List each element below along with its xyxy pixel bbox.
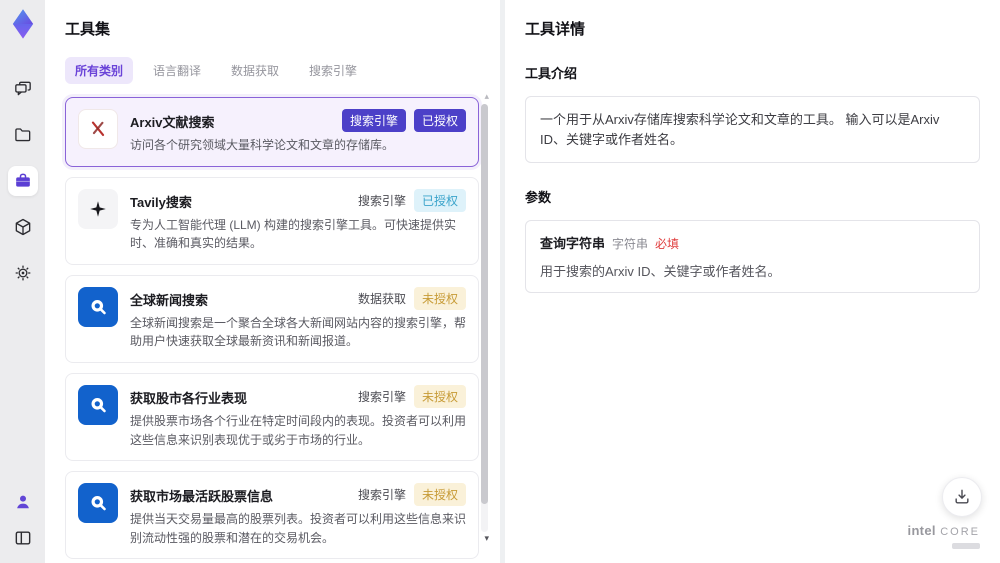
scrollbar-thumb[interactable] — [481, 104, 488, 504]
page-title: 工具集 — [65, 21, 111, 38]
scroll-down-arrow[interactable]: ▾ — [484, 534, 489, 543]
tool-card-body: 全球新闻搜索 数据获取 未授权 全球新闻搜索是一个聚合全球各大新闻网站内容的搜索… — [130, 286, 467, 351]
list-scrollbar[interactable] — [481, 104, 488, 532]
intel-sub-badge — [952, 543, 980, 549]
tool-list: Arxiv文献搜索 搜索引擎 已授权 访问各个研究领域大量科学论文和文章的存储库… — [65, 97, 479, 563]
intel-product-text: CORE — [940, 526, 980, 539]
tab-3[interactable]: 数据获取 — [221, 57, 289, 84]
tool-card-body: 获取市场最活跃股票信息 搜索引擎 未授权 提供当天交易量最高的股票列表。投资者可… — [130, 483, 466, 547]
arxiv-icon — [78, 109, 118, 149]
icon-rail — [0, 0, 45, 563]
tool-card[interactable]: Arxiv文献搜索 搜索引擎 已授权 访问各个研究领域大量科学论文和文章的存储库… — [65, 97, 479, 167]
parameter-type: 字符串 — [612, 237, 649, 251]
auth-status-badge: 已授权 — [413, 109, 466, 132]
folder-icon — [13, 125, 33, 145]
scroll-up-arrow[interactable]: ▴ — [484, 92, 489, 101]
tool-description: 提供当天交易量最高的股票列表。投资者可以利用这些信息来识别流动性强的股票和潜在的… — [130, 512, 467, 545]
tool-card-body: 获取股市各行业表现 搜索引擎 未授权 提供股票市场各个行业在特定时间段内的表现。… — [130, 384, 467, 449]
intel-core-logo: intel CORE — [908, 522, 980, 549]
chat-nav-button[interactable] — [8, 74, 38, 104]
tool-card[interactable]: Tavily搜索 搜索引擎 已授权 专为人工智能代理 (LLM) 构建的搜索引擎… — [65, 176, 479, 265]
sidebar-nav — [7, 74, 38, 288]
tool-name: 全球新闻搜索 — [130, 292, 209, 308]
tool-card[interactable]: 全球新闻搜索 数据获取 未授权 全球新闻搜索是一个聚合全球各大新闻网站内容的搜索… — [65, 274, 479, 363]
tool-badges: 搜索引擎 已授权 — [357, 188, 466, 212]
tool-name: 获取市场最活跃股票信息 — [130, 489, 274, 505]
tool-description: 全球新闻搜索是一个聚合全球各大新闻网站内容的搜索引擎，帮助用户快速获取全球最新资… — [130, 315, 467, 349]
briefcase-icon — [13, 171, 33, 191]
blue-search-icon — [78, 483, 118, 524]
tool-card-body: Tavily搜索 搜索引擎 已授权 专为人工智能代理 (LLM) 构建的搜索引擎… — [130, 188, 466, 253]
params-heading: 参数 — [525, 190, 552, 205]
tab-2[interactable]: 语言翻译 — [143, 57, 211, 84]
auth-status-badge: 未授权 — [413, 483, 466, 507]
auth-status-badge: 未授权 — [413, 384, 466, 408]
user-icon — [13, 492, 33, 512]
tool-card-body: Arxiv文献搜索 搜索引擎 已授权 访问各个研究领域大量科学论文和文章的存储库… — [130, 109, 466, 155]
tool-badges: 数据获取 未授权 — [357, 286, 466, 310]
download-button[interactable] — [942, 477, 982, 517]
panel-layout-icon — [13, 528, 33, 548]
app-logo-icon — [5, 6, 41, 42]
tool-intro-text: 一个用于从Arxiv存储库搜索科学论文和文章的工具。 输入可以是Arxiv ID… — [525, 96, 980, 163]
tool-description: 专为人工智能代理 (LLM) 构建的搜索引擎工具。可快速提供实时、准确和真实的结… — [130, 217, 457, 251]
user-profile-button[interactable] — [8, 487, 38, 517]
auth-status-badge: 已授权 — [413, 188, 466, 212]
category-badge: 搜索引擎 — [357, 389, 406, 404]
parameter-item: 查询字符串 字符串 必填 用于搜索的Arxiv ID、关键字或作者姓名。 — [525, 220, 980, 293]
star-icon — [78, 188, 118, 229]
blue-search-icon — [78, 286, 118, 327]
tool-list-panel: 工具集 所有类别 语言翻译 数据获取 搜索引擎 Arxiv文献搜索 搜索引擎 已授权 … — [45, 0, 500, 563]
parameter-name: 查询字符串 — [540, 236, 606, 251]
category-badge: 搜索引擎 — [357, 488, 406, 503]
tool-badges: 搜索引擎 已授权 — [341, 109, 466, 132]
chat-icon — [13, 79, 33, 99]
detail-title: 工具详情 — [525, 21, 586, 38]
tool-name: 获取股市各行业表现 — [130, 390, 248, 406]
toolbox-nav-button[interactable] — [7, 166, 38, 196]
packages-nav-button[interactable] — [8, 212, 38, 242]
blue-search-icon — [78, 384, 118, 425]
intro-heading: 工具介绍 — [525, 66, 578, 81]
tool-name: Tavily搜索 — [130, 194, 192, 210]
tool-description: 提供股票市场各个行业在特定时间段内的表现。投资者可以利用这些信息来识别表现优于或… — [130, 413, 467, 447]
tool-description: 访问各个研究领域大量科学论文和文章的存储库。 — [130, 138, 395, 152]
tab-4[interactable]: 搜索引擎 — [299, 57, 367, 84]
category-badge: 数据获取 — [357, 291, 406, 306]
download-icon — [952, 487, 972, 507]
tool-card[interactable]: 获取市场最活跃股票信息 搜索引擎 未授权 提供当天交易量最高的股票列表。投资者可… — [65, 471, 479, 560]
cube-icon — [13, 217, 33, 237]
intel-brand-text: intel — [907, 523, 936, 539]
collapse-sidebar-button[interactable] — [8, 523, 38, 553]
tool-card[interactable]: 获取股市各行业表现 搜索引擎 未授权 提供股票市场各个行业在特定时间段内的表现。… — [65, 372, 479, 462]
category-badge: 搜索引擎 — [341, 109, 406, 132]
auth-status-badge: 未授权 — [413, 286, 466, 310]
settings-nav-button[interactable] — [8, 258, 38, 288]
gear-icon — [13, 263, 33, 283]
tool-name: Arxiv文献搜索 — [130, 115, 215, 130]
tool-detail-panel: 工具详情 工具介绍 一个用于从Arxiv存储库搜索科学论文和文章的工具。 输入可… — [505, 0, 1000, 563]
parameter-description: 用于搜索的Arxiv ID、关键字或作者姓名。 — [540, 264, 781, 279]
parameter-required-flag: 必填 — [655, 237, 680, 251]
files-nav-button[interactable] — [8, 120, 38, 150]
tool-badges: 搜索引擎 未授权 — [357, 483, 466, 507]
category-tabs: 所有类别 语言翻译 数据获取 搜索引擎 — [65, 57, 500, 84]
category-badge: 搜索引擎 — [357, 193, 406, 208]
tool-badges: 搜索引擎 未授权 — [357, 384, 466, 408]
tab-1[interactable]: 所有类别 — [65, 57, 134, 84]
